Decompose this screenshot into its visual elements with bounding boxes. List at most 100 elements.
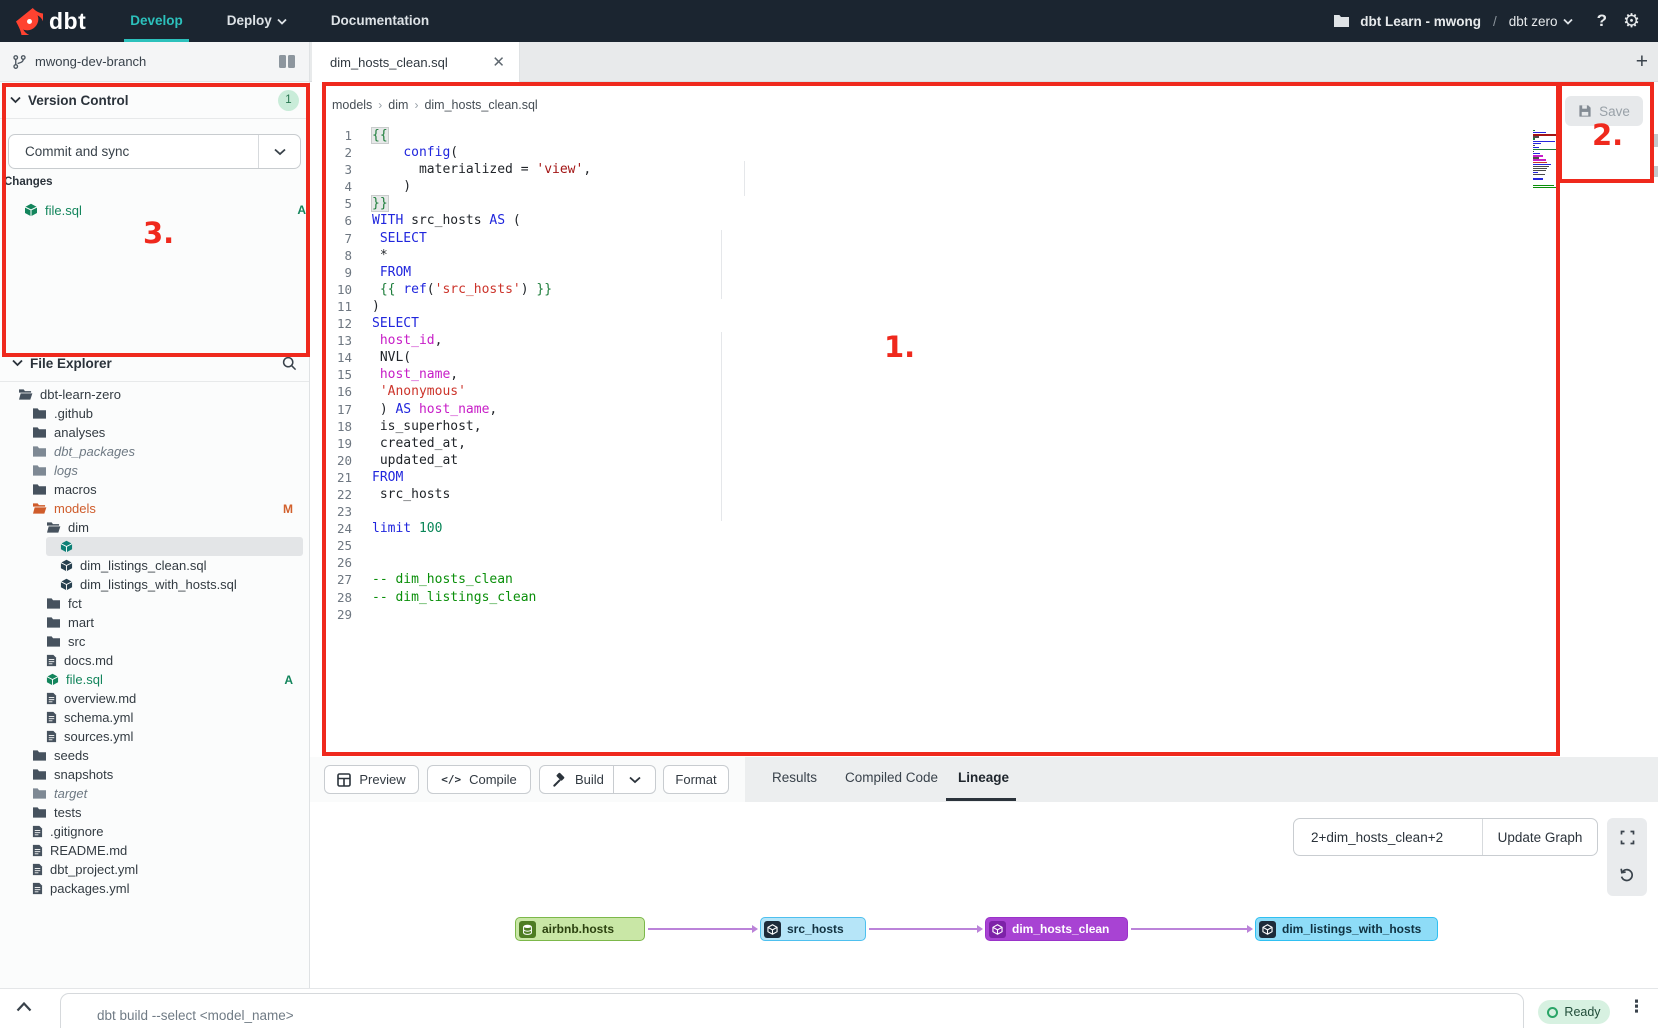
tree-item-label: .gitignore — [50, 824, 103, 839]
tree-item-dim-listings-clean-sql[interactable]: dim_listings_clean.sql — [0, 556, 309, 575]
tree-item-seeds[interactable]: seeds — [0, 746, 309, 765]
tab-compiled-code[interactable]: Compiled Code — [845, 770, 938, 785]
panel-columns-icon[interactable] — [279, 55, 295, 68]
nav-documentation[interactable]: Documentation — [331, 0, 429, 42]
breadcrumb-models[interactable]: models — [332, 98, 372, 112]
kebab-menu-icon[interactable]: ⋮ — [1628, 997, 1645, 1017]
code-line[interactable]: 14 NVL( — [310, 349, 1658, 366]
nav-deploy[interactable]: Deploy — [227, 0, 287, 42]
code-line[interactable]: 12SELECT — [310, 315, 1658, 332]
code-line[interactable]: 27-- dim_hosts_clean — [310, 571, 1658, 588]
code-line[interactable]: 17 ) AS host_name, — [310, 401, 1658, 418]
preview-button[interactable]: Preview — [324, 765, 419, 794]
tree-item-logs[interactable]: logs — [0, 461, 309, 480]
code-line[interactable]: 9 FROM — [310, 264, 1658, 281]
build-options-chevron[interactable] — [613, 766, 655, 793]
code-line[interactable]: 28-- dim_listings_clean — [310, 589, 1658, 606]
breadcrumb-file[interactable]: dim_hosts_clean.sql — [424, 98, 537, 112]
expand-command-chevron-icon[interactable] — [16, 999, 32, 1017]
code-line[interactable]: 13 host_id, — [310, 332, 1658, 349]
tree-item-dim-hosts-clean-sql[interactable]: dim_hosts_clean.sql — [0, 537, 309, 556]
breadcrumb-dim[interactable]: dim — [388, 98, 408, 112]
tree-item-tests[interactable]: tests — [0, 803, 309, 822]
tree-item-readme-md[interactable]: README.md — [0, 841, 309, 860]
tree-item--gitignore[interactable]: .gitignore — [0, 822, 309, 841]
code-line[interactable]: 16 'Anonymous' — [310, 383, 1658, 400]
code-line[interactable]: 21FROM — [310, 469, 1658, 486]
compile-button[interactable]: </> Compile — [427, 765, 531, 794]
update-graph-button[interactable]: Update Graph — [1482, 819, 1597, 855]
code-line[interactable]: 1{{ — [310, 127, 1658, 144]
tree-item-docs-md[interactable]: docs.md — [0, 651, 309, 670]
tree-item-overview-md[interactable]: overview.md — [0, 689, 309, 708]
build-button[interactable]: Build — [539, 765, 656, 794]
commit-and-sync-button[interactable]: Commit and sync — [8, 134, 301, 169]
tab-lineage[interactable]: Lineage — [958, 770, 1009, 785]
tree-item-dbt-project-yml[interactable]: dbt_project.yml — [0, 860, 309, 879]
tree-item-target[interactable]: target — [0, 784, 309, 803]
code-line[interactable]: 23 — [310, 503, 1658, 520]
commit-options-chevron[interactable] — [258, 135, 300, 168]
code-line[interactable]: 19 created_at, — [310, 435, 1658, 452]
tree-item-analyses[interactable]: analyses — [0, 423, 309, 442]
tree-item-packages-yml[interactable]: packages.yml — [0, 879, 309, 898]
lineage-node-dim-listings-with-hosts[interactable]: dim_listings_with_hosts — [1255, 917, 1438, 941]
tree-item-models[interactable]: modelsM — [0, 499, 309, 518]
nav-develop[interactable]: Develop — [130, 0, 183, 42]
reset-view-icon[interactable] — [1607, 856, 1647, 894]
code-line[interactable]: 20 updated_at — [310, 452, 1658, 469]
lineage-selector-input[interactable]: 2+dim_hosts_clean+2 — [1294, 819, 1482, 855]
code-line[interactable]: 10 {{ ref('src_hosts') }} — [310, 281, 1658, 298]
code-line[interactable]: 2 config( — [310, 144, 1658, 161]
close-icon[interactable]: ✕ — [492, 53, 505, 71]
environment-selector[interactable]: dbt zero — [1509, 14, 1573, 29]
ready-ring-icon — [1547, 1007, 1558, 1018]
code-line[interactable]: 7 SELECT — [310, 230, 1658, 247]
code-line[interactable]: 3 materialized = 'view', — [310, 161, 1658, 178]
code-line[interactable]: 18 is_superhost, — [310, 418, 1658, 435]
lineage-node-airbnb-hosts[interactable]: airbnb.hosts — [515, 917, 645, 941]
tree-item-fct[interactable]: fct — [0, 594, 309, 613]
tree-item--github[interactable]: .github — [0, 404, 309, 423]
code-line[interactable]: 29 — [310, 606, 1658, 623]
tree-item-dbt-packages[interactable]: dbt_packages — [0, 442, 309, 461]
project-name[interactable]: dbt Learn - mwong — [1360, 14, 1481, 29]
code-line[interactable]: 4 ) — [310, 178, 1658, 195]
command-input[interactable]: dbt build --select <model_name> — [60, 993, 1524, 1028]
tree-item-dim-listings-with-hosts-sql[interactable]: dim_listings_with_hosts.sql — [0, 575, 309, 594]
branch-name[interactable]: mwong-dev-branch — [35, 54, 146, 69]
tree-item-sources-yml[interactable]: sources.yml — [0, 727, 309, 746]
code-line[interactable]: 25 — [310, 537, 1658, 554]
tree-item-snapshots[interactable]: snapshots — [0, 765, 309, 784]
tab-dim-hosts-clean[interactable]: dim_hosts_clean.sql ✕ — [312, 42, 520, 82]
code-line[interactable]: 26 — [310, 554, 1658, 571]
code-line[interactable]: 5}} — [310, 195, 1658, 212]
save-button[interactable]: Save — [1565, 96, 1643, 126]
tree-item-src[interactable]: src — [0, 632, 309, 651]
chevron-down-icon[interactable] — [12, 359, 23, 367]
settings-gear-icon[interactable]: ⚙ — [1623, 10, 1640, 32]
tree-item-mart[interactable]: mart — [0, 613, 309, 632]
chevron-down-icon[interactable] — [10, 96, 21, 104]
tree-item-schema-yml[interactable]: schema.yml — [0, 708, 309, 727]
code-line[interactable]: 6WITH src_hosts AS ( — [310, 212, 1658, 229]
code-line[interactable]: 8 * — [310, 247, 1658, 264]
dbt-logo[interactable]: dbt — [16, 8, 86, 35]
code-line[interactable]: 15 host_name, — [310, 366, 1658, 383]
fullscreen-icon[interactable] — [1607, 818, 1647, 856]
format-button[interactable]: Format — [663, 765, 729, 794]
code-line[interactable]: 11) — [310, 298, 1658, 315]
lineage-node-dim-hosts-clean[interactable]: dim_hosts_clean — [985, 917, 1128, 941]
lineage-node-src-hosts[interactable]: src_hosts — [760, 917, 866, 941]
search-icon[interactable] — [282, 356, 297, 371]
help-icon[interactable]: ? — [1597, 11, 1607, 31]
changed-file-row[interactable]: file.sql A — [24, 199, 306, 221]
tree-item-dbt-learn-zero[interactable]: dbt-learn-zero — [0, 385, 309, 404]
code-line[interactable]: 22 src_hosts — [310, 486, 1658, 503]
code-line[interactable]: 24limit 100 — [310, 520, 1658, 537]
tree-item-dim[interactable]: dim — [0, 518, 309, 537]
tree-item-macros[interactable]: macros — [0, 480, 309, 499]
new-tab-plus-icon[interactable]: + — [1636, 50, 1648, 74]
tab-results[interactable]: Results — [772, 770, 817, 785]
tree-item-file-sql[interactable]: file.sqlA — [0, 670, 309, 689]
